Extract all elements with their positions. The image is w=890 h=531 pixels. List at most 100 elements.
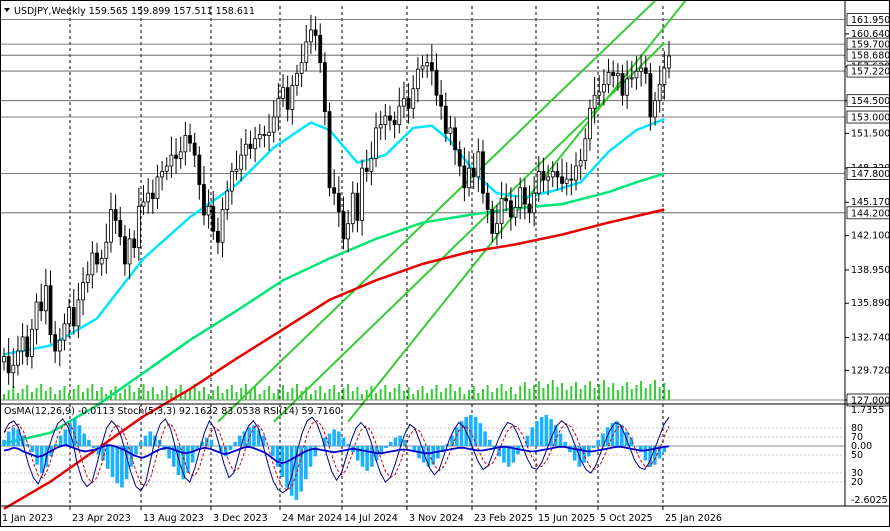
candle-body <box>415 68 420 90</box>
volume-bar <box>398 384 401 400</box>
volume-bar <box>486 385 489 400</box>
candle-body <box>118 220 123 238</box>
candle-body <box>6 356 11 374</box>
time-tick-label: 23 Feb 2025 <box>474 513 533 524</box>
candle-body <box>11 364 16 374</box>
volume-bar <box>644 388 647 400</box>
candle-body <box>615 73 620 77</box>
candle-body <box>462 165 467 189</box>
candle-body <box>406 98 411 109</box>
volume-bar <box>291 388 294 400</box>
candle-body <box>322 62 327 112</box>
volume-bar <box>123 389 126 400</box>
osma-histogram-bar <box>58 435 63 447</box>
osma-histogram-bar <box>478 423 483 447</box>
candle-body <box>99 258 104 265</box>
candle-body <box>597 91 602 96</box>
candle-body <box>360 167 364 221</box>
price-tick-label: 132.740 <box>851 333 890 344</box>
candle-body <box>657 83 662 102</box>
osma-histogram-bar <box>233 441 237 447</box>
candle-body <box>290 85 295 110</box>
candle-body <box>104 241 109 259</box>
candle-body <box>592 94 597 109</box>
candle-body <box>220 209 225 243</box>
osma-histogram-bar <box>473 416 478 447</box>
candle-body <box>555 171 560 178</box>
volume-bar <box>574 382 577 400</box>
osma-histogram-bar <box>214 446 219 447</box>
volume-bar <box>607 387 610 400</box>
volume-bar <box>151 387 154 400</box>
osma-histogram-bar <box>487 439 492 447</box>
osma-histogram-bar <box>332 429 336 447</box>
volume-bar <box>500 384 503 400</box>
volume-bar <box>142 384 145 400</box>
volume-bar <box>551 380 554 400</box>
time-tick-label: 24 Mar 2024 <box>282 513 342 524</box>
candle-body <box>234 168 239 172</box>
oscillator-axis-label: 20 <box>851 477 863 488</box>
osma-histogram-bar <box>143 435 148 447</box>
time-tick-label: 3 Dec 2023 <box>213 513 268 524</box>
volume-bar <box>556 387 559 400</box>
volume-bar <box>21 389 24 400</box>
volume-bar <box>207 394 210 400</box>
candle-body <box>239 154 244 170</box>
volume-bar <box>430 389 433 400</box>
osma-histogram-bar <box>454 427 459 447</box>
osma-histogram-bar <box>327 433 332 447</box>
osma-histogram-bar <box>39 446 44 473</box>
candle-body <box>20 336 25 352</box>
volume-bar <box>49 387 52 400</box>
candle-body <box>508 200 513 218</box>
volume-bar <box>495 388 498 400</box>
candle-body <box>257 134 262 140</box>
candle-body <box>188 135 192 144</box>
volume-bar <box>514 394 517 400</box>
candle-body <box>606 71 611 85</box>
candle-body <box>625 78 630 96</box>
candle-body <box>90 252 95 276</box>
volume-bar <box>602 380 605 400</box>
oscillator-axis-label: 50 <box>851 450 863 461</box>
chart-window[interactable]: 160.640157.620154.500151.500148.320145.1… <box>0 0 890 527</box>
chart-background <box>0 0 890 527</box>
time-tick-label: 25 Jan 2026 <box>665 513 722 524</box>
candle-body <box>411 88 416 109</box>
candle-body <box>513 206 518 218</box>
chart-canvas[interactable]: 160.640157.620154.500151.500148.320145.1… <box>0 0 890 527</box>
candle-body <box>30 328 34 357</box>
candle-body <box>34 301 39 330</box>
candle-body <box>304 41 309 63</box>
volume-bar <box>384 385 387 400</box>
osma-histogram-bar <box>129 446 134 467</box>
volume-bar <box>481 389 484 400</box>
volume-bar <box>337 392 340 400</box>
osma-histogram-bar <box>120 446 124 488</box>
volume-bar <box>588 381 591 400</box>
candle-body <box>178 151 183 159</box>
candle-body <box>262 134 267 136</box>
time-tick-label: 14 Jul 2024 <box>344 513 398 524</box>
volume-bar <box>328 389 331 400</box>
osma-histogram-bar <box>148 431 153 447</box>
candle-body <box>620 73 625 96</box>
candle-body <box>662 67 667 85</box>
osma-histogram-bar <box>91 446 96 449</box>
volume-bar <box>477 393 480 400</box>
osma-histogram-bar <box>138 441 143 447</box>
candle-body <box>285 87 290 110</box>
candle-body <box>216 230 220 243</box>
volume-bar <box>156 394 159 400</box>
osma-histogram-bar <box>360 446 365 467</box>
candle-body <box>174 154 178 159</box>
volume-bar <box>35 388 38 400</box>
osma-histogram-bar <box>77 425 82 447</box>
volume-bar <box>388 392 391 400</box>
candle-body <box>53 334 58 352</box>
candle-body <box>453 127 457 151</box>
volume-bar <box>668 390 670 400</box>
price-tick-label: 135.890 <box>851 298 890 309</box>
candle-body <box>313 29 318 36</box>
